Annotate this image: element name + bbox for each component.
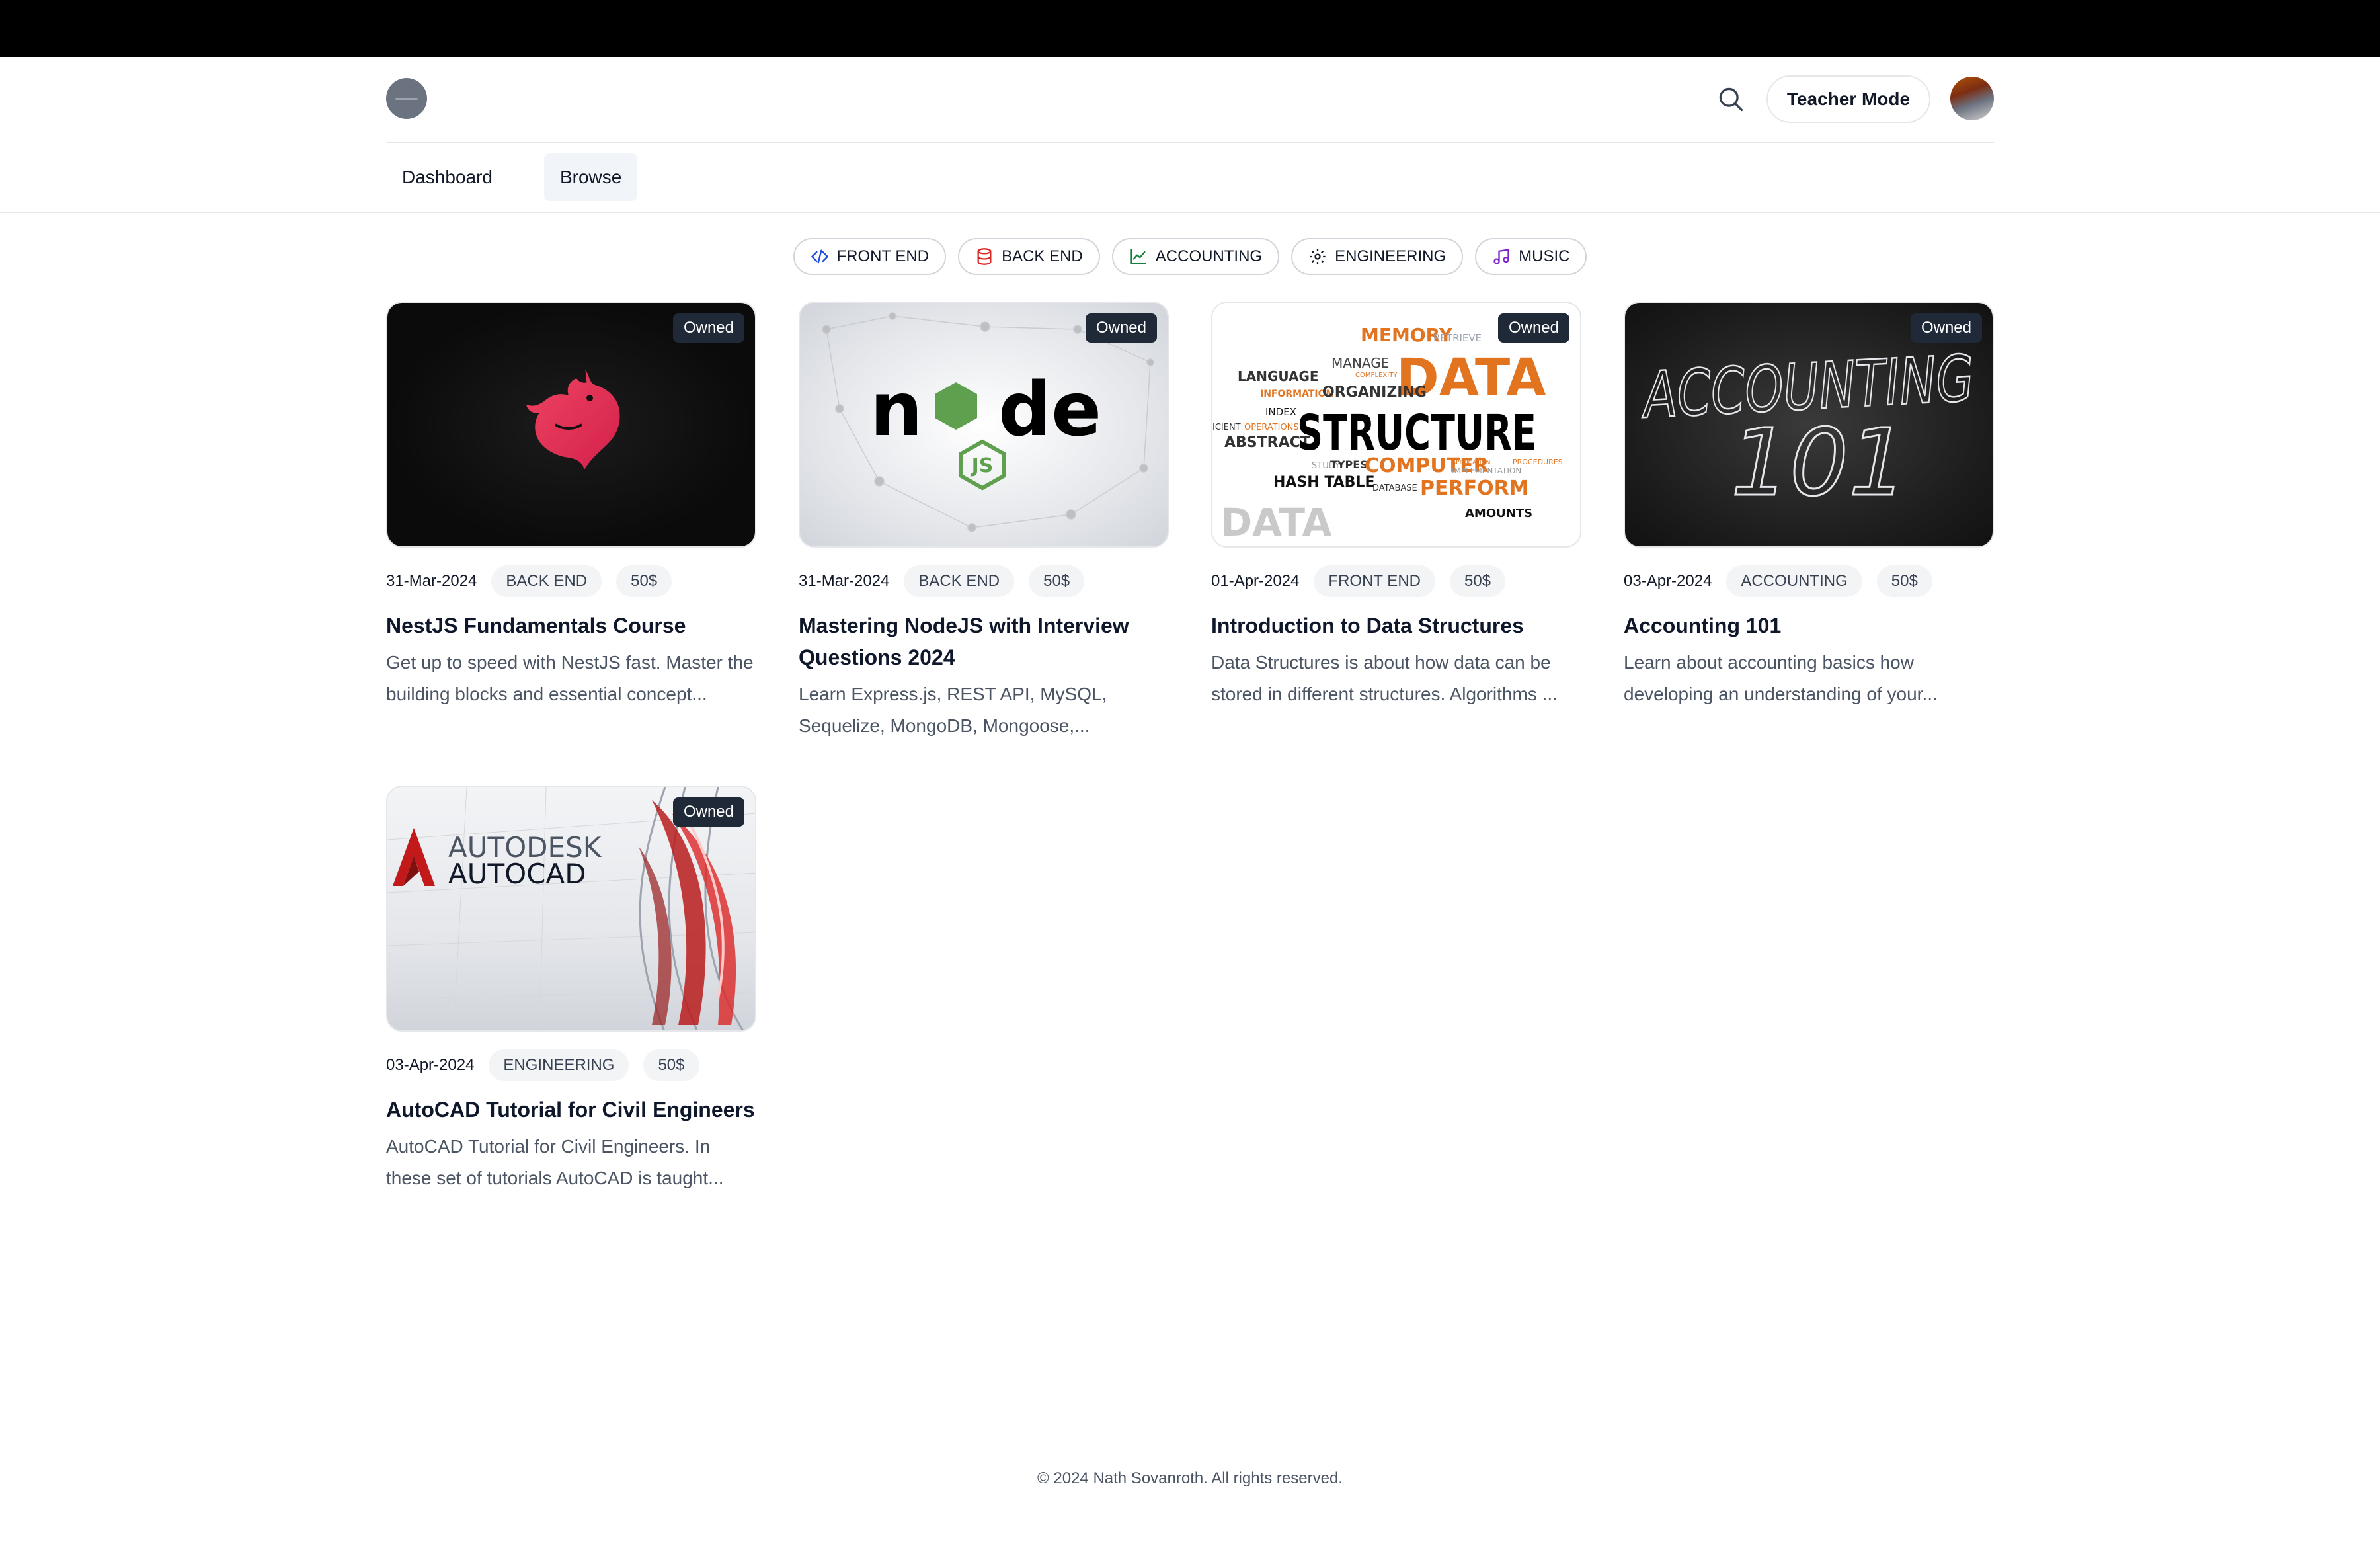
course-category-badge: BACK END <box>491 565 602 597</box>
svg-text:PERFORM: PERFORM <box>1420 477 1529 500</box>
course-date: 31-Mar-2024 <box>386 572 477 590</box>
course-category-badge: ACCOUNTING <box>1726 565 1862 597</box>
svg-text:AUTOCAD: AUTOCAD <box>448 858 586 890</box>
svg-text:LANGUAGE: LANGUAGE <box>1238 368 1319 384</box>
course-price-badge: 50$ <box>1449 565 1506 597</box>
svg-text:RETRIEVE: RETRIEVE <box>1433 332 1482 344</box>
svg-text:de: de <box>998 367 1101 453</box>
course-thumbnail: Owned <box>386 302 756 548</box>
owned-badge: Owned <box>1085 313 1157 343</box>
course-date: 01-Apr-2024 <box>1211 572 1300 590</box>
course-meta: 03-Apr-2024 ENGINEERING 50$ <box>386 1049 756 1082</box>
header-top-row: Teacher Mode <box>386 57 1994 143</box>
course-description: Learn Express.js, REST API, MySQL, Seque… <box>799 684 1107 736</box>
course-thumbnail: MEMORY RETRIEVE MANAGE COMPLEXITY DATA L… <box>1211 302 1581 548</box>
course-card[interactable]: ACCOUNTING 101 Owned 03-Apr-2024 ACCOUNT… <box>1624 302 1994 733</box>
category-accounting[interactable]: ACCOUNTING <box>1111 238 1280 275</box>
code-icon <box>811 249 828 264</box>
course-price-badge: 50$ <box>643 1049 699 1081</box>
course-description: AutoCAD Tutorial for Civil Engineers. In… <box>386 1136 724 1188</box>
course-description: Get up to speed with NestJS fast. Master… <box>386 652 754 704</box>
category-filter-bar: FRONT END BACK END ACCOUNTING ENGINEERIN… <box>0 238 2380 275</box>
svg-text:ICIENT: ICIENT <box>1212 423 1241 432</box>
chart-icon <box>1130 249 1146 264</box>
svg-text:INDEX: INDEX <box>1265 406 1296 418</box>
course-description: Learn about accounting basics how develo… <box>1624 652 1938 704</box>
course-meta: 01-Apr-2024 FRONT END 50$ <box>1211 565 1581 598</box>
search-icon[interactable] <box>1715 83 1747 115</box>
svg-text:AMOUNTS: AMOUNTS <box>1465 507 1532 520</box>
logo[interactable] <box>386 78 427 119</box>
svg-text:STRUCTURE: STRUCTURE <box>1297 405 1536 462</box>
course-title[interactable]: Accounting 101 <box>1624 610 1994 641</box>
svg-text:APPLICATION: APPLICATION <box>1452 460 1490 466</box>
course-title[interactable]: Introduction to Data Structures <box>1211 610 1581 641</box>
course-grid: Owned 31-Mar-2024 BACK END 50$ NestJS Fu… <box>386 302 1994 1217</box>
svg-text:ORGANIZING: ORGANIZING <box>1322 384 1427 401</box>
svg-text:JS: JS <box>971 454 994 477</box>
course-thumbnail: n de JS Owned <box>799 302 1169 548</box>
music-icon <box>1493 249 1509 264</box>
svg-text:OPERATIONS: OPERATIONS <box>1244 423 1299 432</box>
owned-badge: Owned <box>1910 313 1982 343</box>
course-meta: 03-Apr-2024 ACCOUNTING 50$ <box>1624 565 1994 598</box>
svg-text:HASH TABLE: HASH TABLE <box>1273 474 1375 491</box>
category-label: ENGINEERING <box>1335 247 1447 265</box>
svg-text:DATA: DATA <box>1220 500 1332 545</box>
course-date: 03-Apr-2024 <box>386 1056 475 1074</box>
course-description: Data Structures is about how data can be… <box>1211 652 1558 704</box>
svg-text:IMPLEMENTATION: IMPLEMENTATION <box>1452 466 1521 475</box>
category-label: ACCOUNTING <box>1155 247 1263 265</box>
course-meta: 31-Mar-2024 BACK END 50$ <box>386 565 756 598</box>
main-nav: Dashboard Browse <box>386 153 638 201</box>
svg-text:TYPES: TYPES <box>1330 458 1368 471</box>
nav-item-browse[interactable]: Browse <box>543 153 638 201</box>
gear-icon <box>1310 249 1326 264</box>
avatar[interactable] <box>1950 77 1994 120</box>
course-thumbnail: ACCOUNTING 101 Owned <box>1624 302 1994 548</box>
category-label: MUSIC <box>1519 247 1570 265</box>
footer-copyright: © 2024 Nath Sovanroth. All rights reserv… <box>1037 1469 1343 1487</box>
course-price-badge: 50$ <box>1029 565 1085 597</box>
svg-text:PROCEDURES: PROCEDURES <box>1513 458 1563 466</box>
svg-text:DATABASE: DATABASE <box>1372 483 1417 493</box>
course-title[interactable]: NestJS Fundamentals Course <box>386 610 756 641</box>
course-category-badge: ENGINEERING <box>489 1049 629 1081</box>
course-category-badge: FRONT END <box>1314 565 1435 597</box>
course-title[interactable]: Mastering NodeJS with Interview Question… <box>799 610 1169 673</box>
owned-badge: Owned <box>672 797 744 827</box>
category-label: BACK END <box>1002 247 1083 265</box>
category-label: FRONT END <box>836 247 930 265</box>
database-icon <box>977 248 992 265</box>
course-price-badge: 50$ <box>616 565 672 597</box>
category-engineering[interactable]: ENGINEERING <box>1291 238 1464 275</box>
course-date: 03-Apr-2024 <box>1624 572 1712 590</box>
course-title[interactable]: AutoCAD Tutorial for Civil Engineers <box>386 1094 756 1125</box>
course-thumbnail: AUTODESK AUTOCAD Owned <box>386 786 756 1032</box>
svg-text:101: 101 <box>1731 409 1907 517</box>
svg-text:MANAGE: MANAGE <box>1331 355 1389 371</box>
owned-badge: Owned <box>1497 313 1569 343</box>
course-card[interactable]: Owned 31-Mar-2024 BACK END 50$ NestJS Fu… <box>386 302 756 733</box>
course-price-badge: 50$ <box>1876 565 1932 597</box>
course-date: 31-Mar-2024 <box>799 572 890 590</box>
course-card[interactable]: MEMORY RETRIEVE MANAGE COMPLEXITY DATA L… <box>1211 302 1581 733</box>
owned-badge: Owned <box>672 313 744 343</box>
teacher-mode-button[interactable]: Teacher Mode <box>1766 75 1930 123</box>
nestjs-logo-icon <box>526 369 620 469</box>
course-card[interactable]: AUTODESK AUTOCAD Owned 03-Apr-2024 ENGIN… <box>386 786 756 1217</box>
nav-item-dashboard[interactable]: Dashboard <box>386 153 508 201</box>
category-back-end[interactable]: BACK END <box>958 238 1100 275</box>
course-meta: 31-Mar-2024 BACK END 50$ <box>799 565 1169 598</box>
category-music[interactable]: MUSIC <box>1475 238 1587 275</box>
category-front-end[interactable]: FRONT END <box>793 238 947 275</box>
svg-text:COMPLEXITY: COMPLEXITY <box>1355 372 1398 379</box>
window-top-bar <box>0 0 2380 57</box>
course-category-badge: BACK END <box>904 565 1015 597</box>
course-card[interactable]: n de JS Owned 31-Mar-2024 BACK END 50$ M… <box>799 302 1169 736</box>
site-header: Teacher Mode Dashboard Browse <box>0 57 2380 213</box>
svg-text:n: n <box>870 367 923 453</box>
